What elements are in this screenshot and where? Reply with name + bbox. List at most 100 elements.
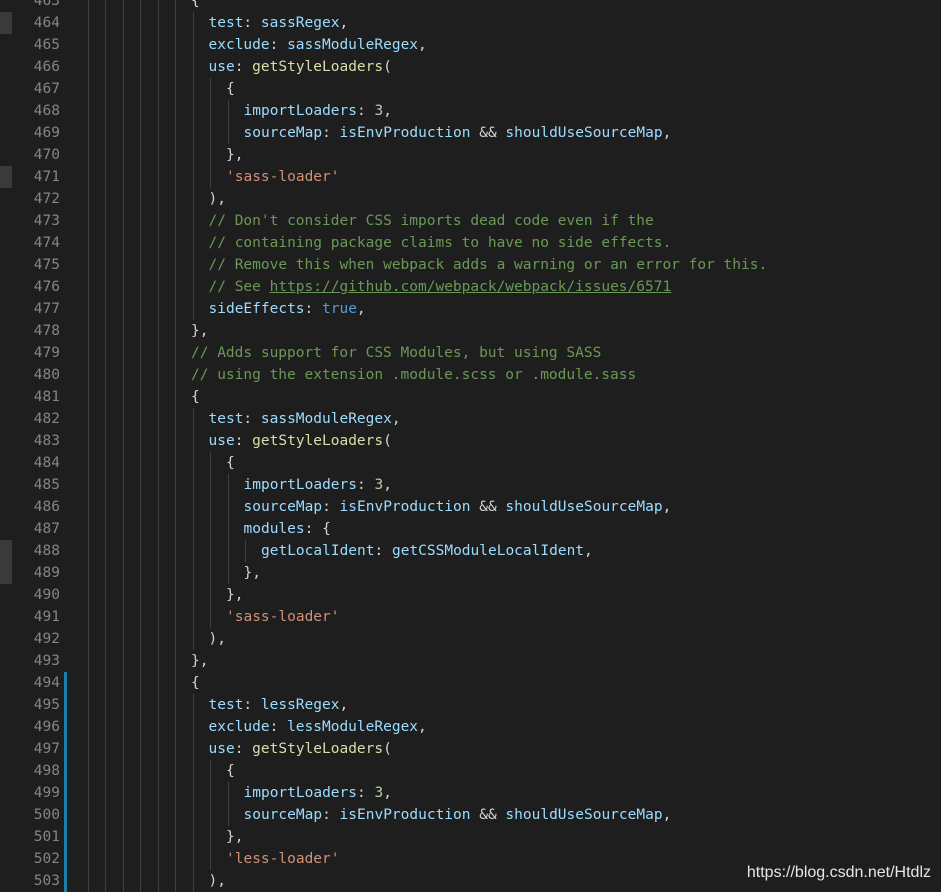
line-number[interactable]: 503 [14, 870, 60, 892]
code-line[interactable]: 478}, [0, 320, 941, 342]
code-text[interactable]: 'sass-loader' [226, 606, 340, 628]
code-text[interactable]: sourceMap: isEnvProduction && shouldUseS… [244, 496, 672, 518]
code-text[interactable]: { [226, 78, 235, 100]
line-number[interactable]: 492 [14, 628, 60, 650]
code-text[interactable]: { [191, 386, 200, 408]
code-line[interactable]: 498 { [0, 760, 941, 782]
code-line[interactable]: 494 { [0, 672, 941, 694]
line-number[interactable]: 496 [14, 716, 60, 738]
line-number[interactable]: 486 [14, 496, 60, 518]
line-number[interactable]: 475 [14, 254, 60, 276]
code-text[interactable]: sourceMap: isEnvProduction && shouldUseS… [244, 804, 672, 826]
code-text[interactable]: importLoaders: 3, [244, 100, 392, 122]
code-line[interactable]: 467 { [0, 78, 941, 100]
code-text[interactable]: use: getStyleLoaders( [209, 430, 392, 452]
line-number[interactable]: 495 [14, 694, 60, 716]
code-line[interactable]: 468 importLoaders: 3, [0, 100, 941, 122]
line-number[interactable]: 499 [14, 782, 60, 804]
code-line[interactable]: 490}, [0, 584, 941, 606]
code-line[interactable]: 483 use: getStyleLoaders( [0, 430, 941, 452]
line-number[interactable]: 500 [14, 804, 60, 826]
line-number[interactable]: 484 [14, 452, 60, 474]
code-line[interactable]: 471 'sass-loader' [0, 166, 941, 188]
code-text[interactable]: exclude: sassModuleRegex, [209, 34, 427, 56]
code-text[interactable]: { [226, 760, 235, 782]
code-text[interactable]: { [191, 0, 200, 12]
line-number[interactable]: 490 [14, 584, 60, 606]
code-line[interactable]: 479 // Adds support for CSS Modules, but … [0, 342, 941, 364]
line-number[interactable]: 463 [14, 0, 60, 12]
line-number[interactable]: 465 [14, 34, 60, 56]
code-text[interactable]: 'sass-loader' [226, 166, 340, 188]
code-line[interactable]: 487 modules: { [0, 518, 941, 540]
line-number[interactable]: 485 [14, 474, 60, 496]
code-text[interactable]: }, [226, 144, 243, 166]
code-line[interactable]: 501}, [0, 826, 941, 848]
comment-link[interactable]: https://github.com/webpack/webpack/issue… [270, 279, 672, 295]
code-line[interactable]: 470}, [0, 144, 941, 166]
code-line[interactable]: 466 use: getStyleLoaders( [0, 56, 941, 78]
code-text[interactable]: // Don't consider CSS imports dead code … [209, 210, 654, 232]
code-line[interactable]: 492), [0, 628, 941, 650]
code-text[interactable]: test: lessRegex, [209, 694, 349, 716]
line-number[interactable]: 480 [14, 364, 60, 386]
code-text[interactable]: }, [191, 650, 208, 672]
code-text[interactable]: use: getStyleLoaders( [209, 56, 392, 78]
line-number[interactable]: 470 [14, 144, 60, 166]
code-text[interactable]: importLoaders: 3, [244, 782, 392, 804]
line-number[interactable]: 476 [14, 276, 60, 298]
code-line[interactable]: 493}, [0, 650, 941, 672]
code-text[interactable]: { [226, 452, 235, 474]
code-text[interactable]: }, [226, 826, 243, 848]
code-text[interactable]: exclude: lessModuleRegex, [209, 716, 427, 738]
code-line[interactable]: 486 sourceMap: isEnvProduction && shouldU… [0, 496, 941, 518]
code-text[interactable]: // Adds support for CSS Modules, but usi… [191, 342, 601, 364]
line-number[interactable]: 468 [14, 100, 60, 122]
code-line[interactable]: 463 { [0, 0, 941, 12]
code-line[interactable]: 472), [0, 188, 941, 210]
code-text[interactable]: test: sassModuleRegex, [209, 408, 401, 430]
line-number[interactable]: 473 [14, 210, 60, 232]
line-number[interactable]: 497 [14, 738, 60, 760]
code-line[interactable]: 484 { [0, 452, 941, 474]
line-number[interactable]: 502 [14, 848, 60, 870]
code-line[interactable]: 500 sourceMap: isEnvProduction && shouldU… [0, 804, 941, 826]
code-text[interactable]: // See https://github.com/webpack/webpac… [209, 276, 672, 298]
line-number[interactable]: 464 [14, 12, 60, 34]
code-text[interactable]: // Remove this when webpack adds a warni… [209, 254, 768, 276]
code-text[interactable]: }, [226, 584, 243, 606]
code-text[interactable]: ), [209, 628, 226, 650]
code-text[interactable]: modules: { [244, 518, 331, 540]
line-number[interactable]: 474 [14, 232, 60, 254]
line-number[interactable]: 479 [14, 342, 60, 364]
code-text[interactable]: sourceMap: isEnvProduction && shouldUseS… [244, 122, 672, 144]
line-number[interactable]: 487 [14, 518, 60, 540]
line-number[interactable]: 469 [14, 122, 60, 144]
line-number[interactable]: 493 [14, 650, 60, 672]
line-number[interactable]: 489 [14, 562, 60, 584]
code-text[interactable]: // containing package claims to have no … [209, 232, 672, 254]
code-text[interactable]: ), [209, 188, 226, 210]
code-line[interactable]: 477 sideEffects: true, [0, 298, 941, 320]
code-line[interactable]: 465 exclude: sassModuleRegex, [0, 34, 941, 56]
code-line[interactable]: 496 exclude: lessModuleRegex, [0, 716, 941, 738]
code-line[interactable]: 489}, [0, 562, 941, 584]
code-text[interactable]: importLoaders: 3, [244, 474, 392, 496]
code-line[interactable]: 481 { [0, 386, 941, 408]
line-number[interactable]: 501 [14, 826, 60, 848]
code-text[interactable]: test: sassRegex, [209, 12, 349, 34]
code-text[interactable]: // using the extension .module.scss or .… [191, 364, 636, 386]
code-line[interactable]: 499 importLoaders: 3, [0, 782, 941, 804]
code-line[interactable]: 469 sourceMap: isEnvProduction && shouldU… [0, 122, 941, 144]
line-number[interactable]: 477 [14, 298, 60, 320]
code-line[interactable]: 475 // Remove this when webpack adds a wa… [0, 254, 941, 276]
code-line[interactable]: 497 use: getStyleLoaders( [0, 738, 941, 760]
code-editor[interactable]: 463 {464 test: sassRegex, 465 exclude: sassM… [0, 0, 941, 892]
line-number[interactable]: 494 [14, 672, 60, 694]
code-line[interactable]: 476 // See https://github.com/webpack/web… [0, 276, 941, 298]
line-number[interactable]: 491 [14, 606, 60, 628]
line-number[interactable]: 478 [14, 320, 60, 342]
line-number[interactable]: 488 [14, 540, 60, 562]
code-text[interactable]: 'less-loader' [226, 848, 340, 870]
code-line[interactable]: 480 // using the extension .module.scss o… [0, 364, 941, 386]
